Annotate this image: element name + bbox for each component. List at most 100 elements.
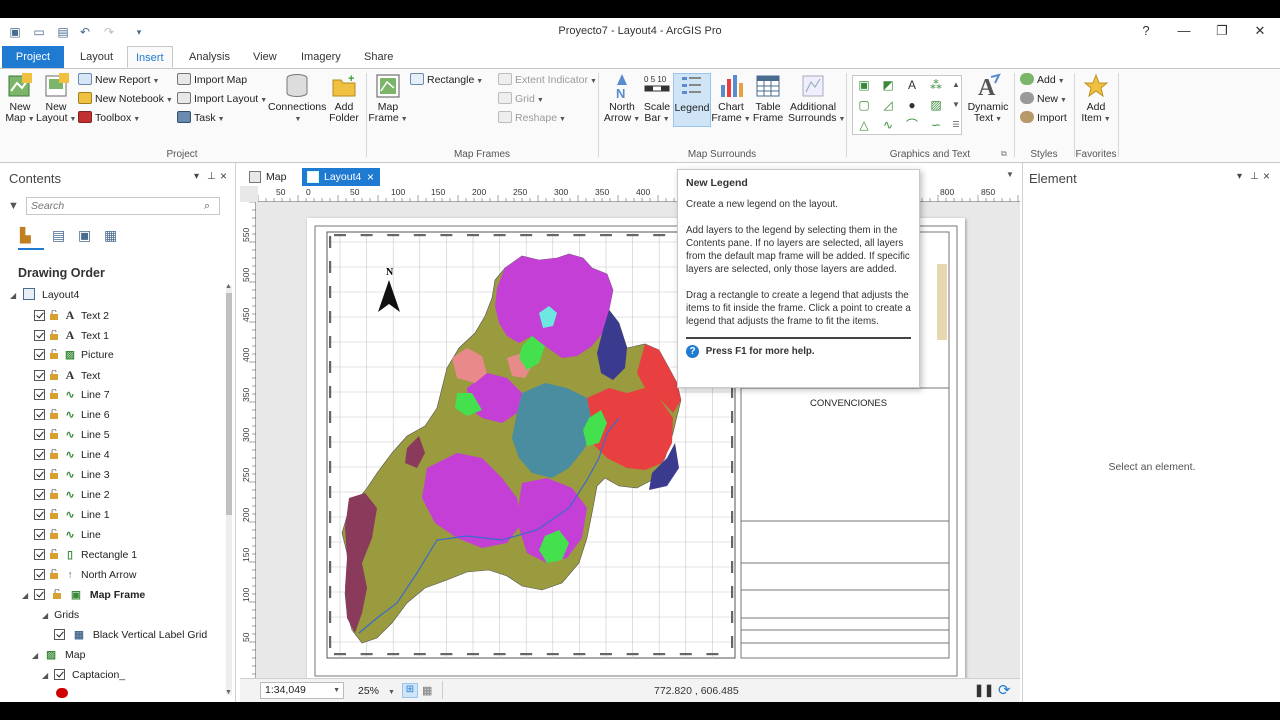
graphics-launcher-icon[interactable]: ⧉ (1001, 149, 1007, 159)
search-input[interactable] (26, 197, 220, 215)
lock-icon[interactable] (49, 347, 59, 359)
tree-item[interactable]: ∿ Line 2 (34, 486, 110, 504)
legend-button[interactable]: Legend (673, 73, 711, 127)
zoom-selector[interactable]: 25% ▼ (358, 685, 395, 697)
snapping-icon[interactable]: ⊞ (402, 683, 418, 698)
visibility-checkbox[interactable] (34, 549, 45, 560)
tab-share[interactable]: Share (356, 46, 401, 68)
task-button[interactable]: Task ▼ (177, 109, 225, 127)
tree-item[interactable]: A Text 2 (34, 306, 109, 324)
scroll-up-icon[interactable]: ▲ (225, 283, 232, 290)
scale-bar-button[interactable]: 0 5 10 Scale Bar ▼ (637, 73, 677, 125)
restore-button[interactable]: ❐ (1212, 23, 1232, 41)
close-tab-icon[interactable]: × (367, 168, 374, 186)
visibility-checkbox[interactable] (34, 349, 45, 360)
lock-icon[interactable] (49, 328, 59, 340)
map-frame-button[interactable]: Map Frame ▼ (368, 73, 408, 125)
filter-icon[interactable]: ▼ (8, 200, 19, 212)
tab-view[interactable]: View (245, 46, 285, 68)
visibility-checkbox[interactable] (34, 409, 45, 420)
tree-item[interactable]: ∿ Line 6 (34, 406, 110, 424)
picture-icon[interactable]: ▨ (929, 98, 943, 112)
list-by-labeling-icon[interactable]: ▦ (104, 227, 117, 244)
collapse-icon[interactable]: ◢ (10, 291, 16, 300)
visibility-checkbox[interactable] (54, 629, 65, 640)
dynamic-text-button[interactable]: A Dynamic Text ▼ (966, 73, 1010, 125)
tree-item[interactable]: A Text (34, 366, 100, 384)
visibility-checkbox[interactable] (34, 429, 45, 440)
scroll-down-icon[interactable]: ▼ (225, 689, 232, 696)
new-notebook-button[interactable]: New Notebook ▼ (78, 90, 173, 108)
tree-item[interactable]: ∿ Line 3 (34, 466, 110, 484)
tree-item[interactable]: ▨ Picture (34, 346, 114, 364)
tree-item[interactable]: ∿ Line 7 (34, 386, 110, 404)
visibility-checkbox[interactable] (34, 310, 45, 321)
tree-item[interactable]: ▯ Rectangle 1 (34, 546, 137, 564)
import-style-button[interactable]: Import (1020, 109, 1067, 127)
collapse-icon[interactable]: ◢ (42, 671, 48, 680)
tab-layout[interactable]: Layout (72, 46, 121, 68)
lock-icon[interactable] (49, 527, 59, 539)
list-by-selection-icon[interactable]: ▤ (52, 227, 65, 244)
lock-icon[interactable] (49, 547, 59, 559)
visibility-checkbox[interactable] (34, 330, 45, 341)
collapse-icon[interactable]: ◢ (32, 651, 38, 660)
pane-menu-icon[interactable]: ▾ (1237, 171, 1242, 182)
list-by-visibility-icon[interactable]: ▣ (78, 227, 91, 244)
text-box-icon[interactable]: ▣ (857, 78, 871, 92)
list-by-drawing-order-icon[interactable]: ▙ (20, 227, 31, 244)
north-arrow-button[interactable]: N North Arrow ▼ (602, 73, 642, 125)
lock-icon[interactable] (49, 387, 59, 399)
dropdown-icon[interactable]: ▼ (333, 683, 340, 698)
visibility-checkbox[interactable] (34, 509, 45, 520)
close-pane-icon[interactable]: × (220, 169, 227, 183)
additional-surrounds-button[interactable]: Additional Surrounds ▼ (788, 73, 845, 125)
lock-icon[interactable] (49, 467, 59, 479)
lock-icon[interactable] (52, 587, 62, 599)
visibility-checkbox[interactable] (34, 529, 45, 540)
toolbox-button[interactable]: Toolbox ▼ (78, 109, 140, 127)
text-icon[interactable]: A (905, 78, 919, 92)
reshape-button[interactable]: Reshape ▼ (498, 109, 566, 127)
collapse-icon[interactable]: ◢ (42, 611, 48, 620)
lock-icon[interactable] (49, 308, 59, 320)
tab-list-icon[interactable]: ▼ (1006, 170, 1014, 179)
lock-icon[interactable] (49, 447, 59, 459)
tree-item[interactable]: ∿ Line 1 (34, 506, 110, 524)
map-tree-node[interactable]: ◢ ▨ Map (32, 646, 85, 664)
collapse-icon[interactable]: ◢ (22, 591, 28, 600)
lasso-icon[interactable]: △ (857, 118, 871, 132)
tab-map[interactable]: Map (244, 168, 302, 186)
contents-scrollbar-thumb[interactable] (226, 293, 232, 515)
lock-icon[interactable] (49, 487, 59, 499)
curve-icon[interactable]: ⌒ (905, 118, 919, 132)
pin-icon[interactable]: ⊥ (207, 171, 216, 182)
lock-icon[interactable] (49, 368, 59, 380)
tree-item[interactable]: A Text 1 (34, 326, 109, 344)
close-button[interactable]: ✕ (1250, 23, 1270, 41)
gallery-expand-icon[interactable]: ☰ (949, 118, 963, 132)
visibility-checkbox[interactable] (34, 489, 45, 500)
add-style-button[interactable]: Add ▼ (1020, 71, 1065, 89)
new-style-button[interactable]: New ▼ (1020, 90, 1067, 108)
polygon-text-icon[interactable]: ◩ (881, 78, 895, 92)
add-item-button[interactable]: Add Item ▼ (1076, 73, 1116, 125)
rectangle-button[interactable]: Rectangle ▼ (410, 71, 483, 89)
tab-imagery[interactable]: Imagery (293, 46, 349, 68)
new-map-button[interactable]: New Map ▼ (0, 73, 40, 125)
visibility-checkbox[interactable] (34, 449, 45, 460)
search-icon[interactable]: ⌕ (204, 200, 210, 213)
visibility-checkbox[interactable] (34, 370, 45, 381)
visibility-checkbox[interactable] (54, 669, 66, 680)
tab-layout4[interactable]: Layout4 × (302, 168, 380, 186)
location-picture[interactable] (937, 264, 947, 340)
guides-icon[interactable]: ▦ (422, 684, 432, 697)
dropdown-icon[interactable]: ▼ (388, 689, 395, 696)
table-frame-button[interactable]: Table Frame (748, 73, 788, 124)
freehand-icon[interactable]: ∽ (929, 118, 943, 132)
tree-item[interactable]: ∿ Line 4 (34, 446, 110, 464)
grid-button[interactable]: Grid ▼ (498, 90, 544, 108)
point-icon[interactable]: ● (905, 98, 919, 112)
import-map-button[interactable]: Import Map (177, 71, 247, 89)
connections-button[interactable]: Connections ▼ (268, 73, 326, 125)
